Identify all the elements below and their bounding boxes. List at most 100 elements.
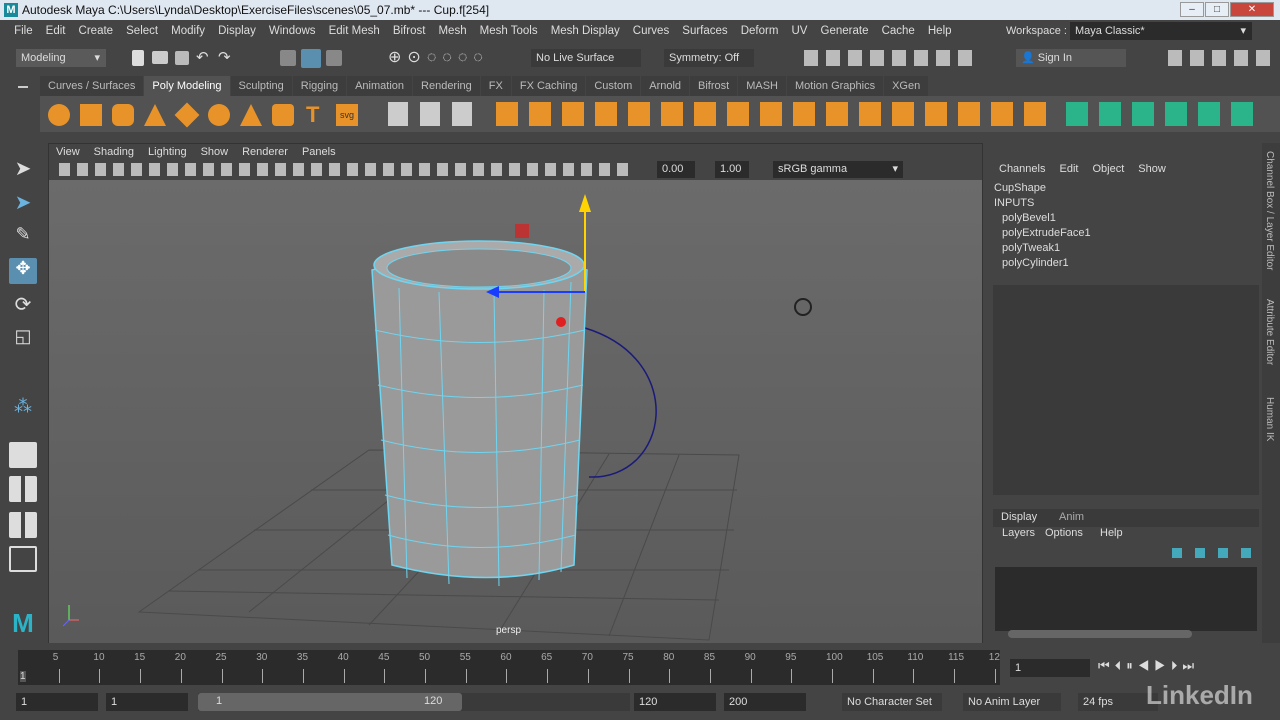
menu-windows[interactable]: Windows [264,20,321,42]
menu-edit-mesh[interactable]: Edit Mesh [324,20,385,42]
shape-node-name[interactable]: CupShape [994,182,1046,194]
layer-tab-anim[interactable]: Anim [1059,511,1084,523]
shelf-mesh-tools-icons[interactable] [1066,102,1256,126]
character-set-select[interactable]: No Character Set [842,693,942,711]
poly-text-icon[interactable]: T [306,104,328,126]
anim-layer-select[interactable]: No Anim Layer [963,693,1061,711]
panel-tool-icons[interactable] [59,163,629,176]
shelf-tab-fx-caching[interactable]: FX Caching [511,76,586,96]
close-button[interactable]: ✕ [1230,2,1274,17]
snap-icons[interactable]: ⊕⊙◌◌◌◌ [388,47,489,67]
panel-menu-shading[interactable]: Shading [87,144,141,160]
shelf-tab-animation[interactable]: Animation [347,76,413,96]
menu-mesh-tools[interactable]: Mesh Tools [475,20,543,42]
menu-mesh-display[interactable]: Mesh Display [546,20,625,42]
select-object-icon[interactable] [301,49,321,68]
shelf-tools-icons[interactable] [388,102,478,126]
time-slider[interactable]: 5 10 15 20 25 30 35 40 45 50 55 60 65 70 75 80 85 90 95 100… [18,650,1000,685]
side-tab-human-ik[interactable]: Human IK [1264,397,1275,441]
sign-in-button[interactable]: 👤 Sign In [1016,49,1126,67]
shelf-tab-custom[interactable]: Custom [586,76,641,96]
viewport-canvas[interactable]: persp [49,180,982,643]
animation-end-field[interactable]: 200 [724,693,806,711]
select-component-icon[interactable] [326,50,342,66]
show-menu[interactable]: Show [1131,159,1173,179]
select-tool-icon[interactable]: ➤ [9,156,37,182]
playback-end-field[interactable]: 120 [634,693,716,711]
current-frame-marker[interactable]: 1 [20,671,26,682]
svg-icon[interactable]: svg [336,104,358,126]
layer-buttons-icons[interactable] [1172,548,1254,558]
rotate-tool-icon[interactable]: ⟳ [9,292,37,318]
input-node[interactable]: polyTweak1 [1002,242,1060,254]
shelf-tab-mash[interactable]: MASH [738,76,786,96]
panel-menu-panels[interactable]: Panels [295,144,343,160]
input-node[interactable]: polyExtrudeFace1 [1002,227,1091,239]
colorspace-select[interactable]: sRGB gamma ▾ [773,161,903,178]
panel-toggle-icons[interactable] [1168,50,1274,66]
shelf-tab-rigging[interactable]: Rigging [292,76,347,96]
panel-menu-renderer[interactable]: Renderer [235,144,295,160]
side-tab-attribute-editor[interactable]: Attribute Editor [1264,299,1275,365]
symmetry-field[interactable]: Symmetry: Off [664,49,754,67]
shelf-tab-xgen[interactable]: XGen [884,76,929,96]
live-surface-field[interactable]: No Live Surface [531,49,641,67]
exposure-field[interactable]: 0.00 [657,161,695,178]
shelf-tab-curves-surfaces[interactable]: Curves / Surfaces [40,76,144,96]
persp-outliner-layout-icon[interactable] [9,512,37,538]
panel-menu-show[interactable]: Show [194,144,236,160]
input-node[interactable]: polyBevel1 [1002,212,1056,224]
outliner-icon[interactable] [9,546,37,572]
poly-cube-icon[interactable] [80,104,102,126]
menu-bifrost[interactable]: Bifrost [388,20,431,42]
menu-edit[interactable]: Edit [41,20,71,42]
animation-start-field[interactable]: 1 [16,693,98,711]
menu-curves[interactable]: Curves [628,20,674,42]
menu-select[interactable]: Select [121,20,163,42]
range-slider-handle[interactable] [198,693,462,711]
poly-cylinder-icon[interactable] [112,104,134,126]
shelf-edit-tools-icons[interactable] [496,102,1056,126]
workspace-select[interactable]: Maya Classic* ▾ [1070,22,1252,40]
menu-file[interactable]: File [9,20,38,42]
menu-create[interactable]: Create [74,20,119,42]
lasso-tool-icon[interactable]: ➤ [9,190,37,216]
last-tool-icon[interactable]: ⁂ [9,396,37,422]
render-icons[interactable] [804,50,974,66]
menu-cache[interactable]: Cache [877,20,920,42]
poly-cone-icon[interactable] [144,104,166,126]
four-view-layout-icon[interactable] [9,476,37,502]
shelf-tab-sculpting[interactable]: Sculpting [230,76,292,96]
new-scene-icon[interactable] [132,50,144,66]
poly-torus-icon[interactable] [208,104,230,126]
help-menu[interactable]: Help [1100,527,1123,539]
playback-controls[interactable]: ⏮⏴⏸◀▶⏵⏭ [1098,658,1199,674]
open-scene-icon[interactable] [152,51,168,64]
poly-plane-icon[interactable] [174,102,200,128]
save-scene-icon[interactable] [175,51,189,65]
panel-menu-lighting[interactable]: Lighting [141,144,194,160]
poly-pipe-icon[interactable] [272,104,294,126]
poly-prism-icon[interactable] [240,104,262,126]
poly-sphere-icon[interactable] [48,104,70,126]
menuset-select[interactable]: Modeling ▾ [16,49,106,67]
redo-icon[interactable]: ↷ [218,48,231,66]
shelf-tab-fx[interactable]: FX [480,76,511,96]
gamma-field[interactable]: 1.00 [715,161,749,178]
panel-menu-view[interactable]: View [49,144,87,160]
menu-mesh[interactable]: Mesh [433,20,471,42]
scale-tool-icon[interactable]: ◱ [9,326,37,352]
shelf-menu-icon[interactable] [18,86,28,88]
maximize-button[interactable]: □ [1205,2,1229,17]
menu-modify[interactable]: Modify [166,20,210,42]
undo-icon[interactable]: ↶ [196,48,209,66]
minimize-button[interactable]: – [1180,2,1204,17]
current-frame-field[interactable]: 1 [1010,659,1090,677]
viewport-persp[interactable]: View Shading Lighting Show Renderer Panels 0.… [48,143,983,643]
menu-surfaces[interactable]: Surfaces [677,20,732,42]
edit-menu[interactable]: Edit [1052,159,1085,179]
range-slider[interactable]: 1 120 [198,693,630,711]
move-tool-icon[interactable]: ✥ [9,258,37,284]
shelf-tab-motion-graphics[interactable]: Motion Graphics [787,76,884,96]
shelf-tab-rendering[interactable]: Rendering [413,76,480,96]
